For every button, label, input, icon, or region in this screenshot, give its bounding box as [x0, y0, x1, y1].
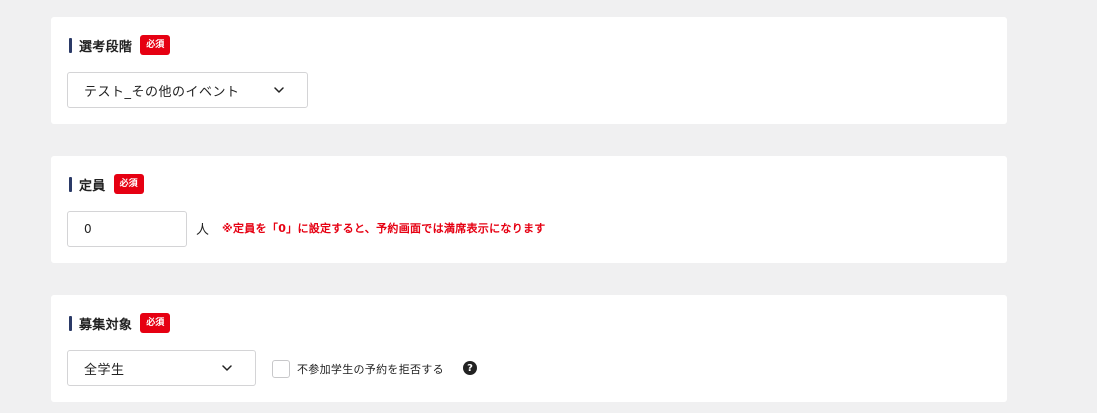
selection-stage-label: 選考段階 — [79, 39, 133, 55]
reject-absent-students-label[interactable]: 不参加学生の予約を拒否する — [297, 361, 444, 377]
required-badge: 必須 — [140, 35, 171, 55]
required-badge: 必須 — [113, 174, 144, 194]
capacity-label: 定員 — [79, 178, 106, 194]
selection-stage-label-row: 選考段階 必須 — [69, 34, 171, 56]
capacity-card: 定員 必須 人 ※定員を「0」に設定すると、予約画面では満席表示になります — [51, 156, 1007, 263]
required-badge: 必須 — [140, 313, 171, 333]
recruitment-target-select[interactable]: 全学生 — [67, 350, 256, 386]
chevron-down-icon — [215, 356, 239, 380]
selection-stage-card: 選考段階 必須 テスト_その他のイベント — [51, 17, 1007, 124]
recruitment-target-card: 募集対象 必須 全学生 不参加学生の予約を拒否する ? — [51, 295, 1007, 402]
capacity-unit: 人 — [196, 223, 210, 238]
selection-stage-select[interactable]: テスト_その他のイベント — [67, 72, 308, 108]
section-accent-bar — [69, 37, 72, 53]
capacity-note: ※定員を「0」に設定すると、予約画面では満席表示になります — [222, 222, 546, 235]
reject-absent-students-checkbox[interactable] — [272, 360, 290, 378]
section-accent-bar — [69, 315, 72, 331]
chevron-down-icon — [267, 78, 291, 102]
recruitment-target-select-value: 全学生 — [84, 362, 125, 378]
capacity-label-row: 定員 必須 — [69, 173, 144, 195]
capacity-input[interactable] — [67, 211, 187, 247]
recruitment-target-label: 募集対象 — [79, 317, 133, 333]
help-icon[interactable]: ? — [463, 361, 477, 375]
selection-stage-select-value: テスト_その他のイベント — [84, 84, 240, 100]
recruitment-target-label-row: 募集対象 必須 — [69, 312, 171, 334]
section-accent-bar — [69, 176, 72, 192]
